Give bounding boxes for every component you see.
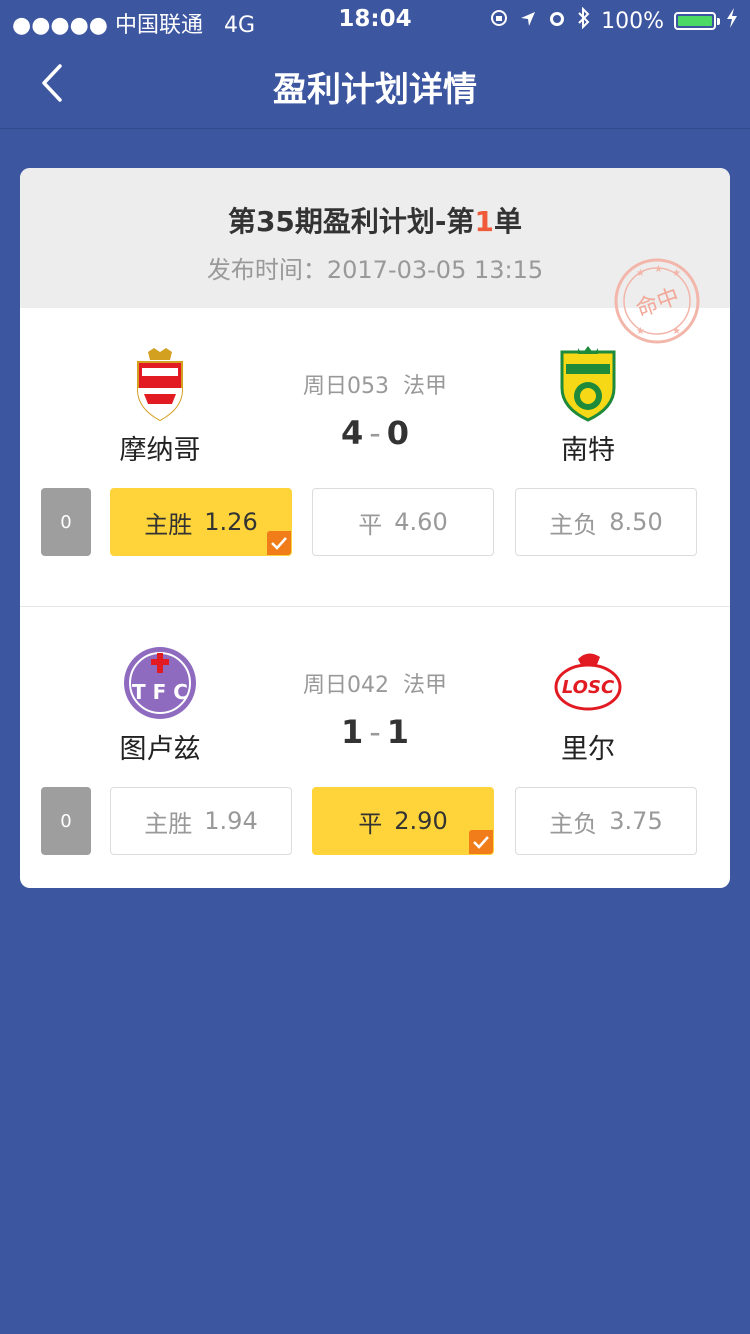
plan-title-prefix: 第35期盈利计划-第 (227, 205, 475, 238)
battery-percent: 100% (601, 8, 664, 34)
svg-text:★: ★ (636, 268, 645, 279)
check-icon (267, 531, 291, 555)
publish-label: 发布时间： (206, 256, 327, 284)
plan-card: 第35期盈利计划-第1单 发布时间：2017-03-05 13:15 ★ ★ ★… (20, 168, 730, 888)
odds-label: 主负 (549, 809, 598, 838)
location-icon (519, 9, 537, 34)
odds-label: 主胜 (144, 809, 193, 838)
nantes-logo-icon (560, 346, 616, 422)
odds-value: 2.90 (394, 807, 448, 835)
odds-label: 平 (358, 809, 383, 838)
match-score: 1-1 (340, 713, 410, 751)
odds-value: 4.60 (394, 508, 448, 536)
odds-label: 主胜 (144, 510, 193, 539)
odds-value: 1.94 (204, 807, 258, 835)
rotation-lock-icon (489, 8, 509, 34)
odds-label: 主负 (549, 510, 598, 539)
status-right: 100% (489, 6, 738, 35)
bluetooth-icon (577, 6, 591, 35)
page-title: 盈利计划详情 (273, 70, 477, 110)
odds-home-win[interactable]: 主胜 1.26 (110, 488, 292, 556)
odds-row: 0 主胜 1.26 平 4.60 主负 8.50 (20, 488, 730, 556)
zero-badge: 0 (41, 488, 91, 556)
alarm-icon (547, 8, 567, 34)
publish-value: 2017-03-05 13:15 (326, 256, 544, 284)
plan-title: 第35期盈利计划-第1单 (20, 200, 730, 240)
match-card: T F C 图卢兹 周日042 法甲 1-1 LOSC 里尔 0 主胜 1.94 (20, 606, 730, 888)
away-team-name: 里尔 (561, 734, 615, 765)
svg-text:★: ★ (654, 264, 663, 275)
charging-icon (726, 8, 738, 34)
odds-home-loss[interactable]: 主负 8.50 (515, 488, 697, 556)
svg-text:LOSC: LOSC (562, 677, 615, 698)
odds-value: 3.75 (609, 807, 663, 835)
plan-title-number: 1 (474, 205, 495, 238)
odds-value: 8.50 (609, 508, 663, 536)
league-name: 法甲 (402, 673, 447, 698)
away-team: 南特 (488, 344, 688, 467)
odds-row: 0 主胜 1.94 平 2.90 主负 3.75 (20, 787, 730, 855)
odds-draw[interactable]: 平 4.60 (312, 488, 494, 556)
match-score: 4-0 (340, 414, 410, 452)
lille-logo-icon: LOSC (554, 653, 622, 711)
nav-bar: 盈利计划详情 (0, 40, 750, 129)
monaco-logo-icon (137, 348, 183, 422)
away-team: LOSC 里尔 (488, 643, 688, 766)
odds-home-win[interactable]: 主胜 1.94 (110, 787, 292, 855)
odds-draw[interactable]: 平 2.90 (312, 787, 494, 855)
league-name: 法甲 (402, 374, 447, 399)
check-icon (469, 830, 493, 854)
plan-header: 第35期盈利计划-第1单 发布时间：2017-03-05 13:15 ★ ★ ★… (20, 168, 730, 344)
match-code: 周日053 (302, 374, 389, 399)
status-bar: ●●●●● 中国联通 4G 18:04 100% (0, 0, 750, 40)
plan-title-suffix: 单 (494, 205, 523, 238)
away-team-name: 南特 (561, 435, 615, 466)
svg-text:T F C: T F C (132, 680, 188, 704)
match-card: 摩纳哥 周日053 法甲 4-0 南特 0 主胜 1.26 平 4.60 主负 … (20, 308, 730, 606)
away-score: 0 (386, 414, 410, 452)
odds-value: 1.26 (204, 508, 258, 536)
odds-label: 平 (358, 510, 383, 539)
match-code: 周日042 (302, 673, 389, 698)
svg-text:★: ★ (672, 268, 681, 279)
toulouse-logo-icon: T F C (124, 647, 196, 719)
match-meta: 周日042 法甲 (220, 667, 530, 699)
match-meta: 周日053 法甲 (220, 368, 530, 400)
away-score: 1 (386, 713, 410, 751)
battery-icon (674, 12, 720, 30)
home-score: 1 (340, 713, 364, 751)
home-score: 4 (340, 414, 364, 452)
zero-badge: 0 (41, 787, 91, 855)
odds-home-loss[interactable]: 主负 3.75 (515, 787, 697, 855)
